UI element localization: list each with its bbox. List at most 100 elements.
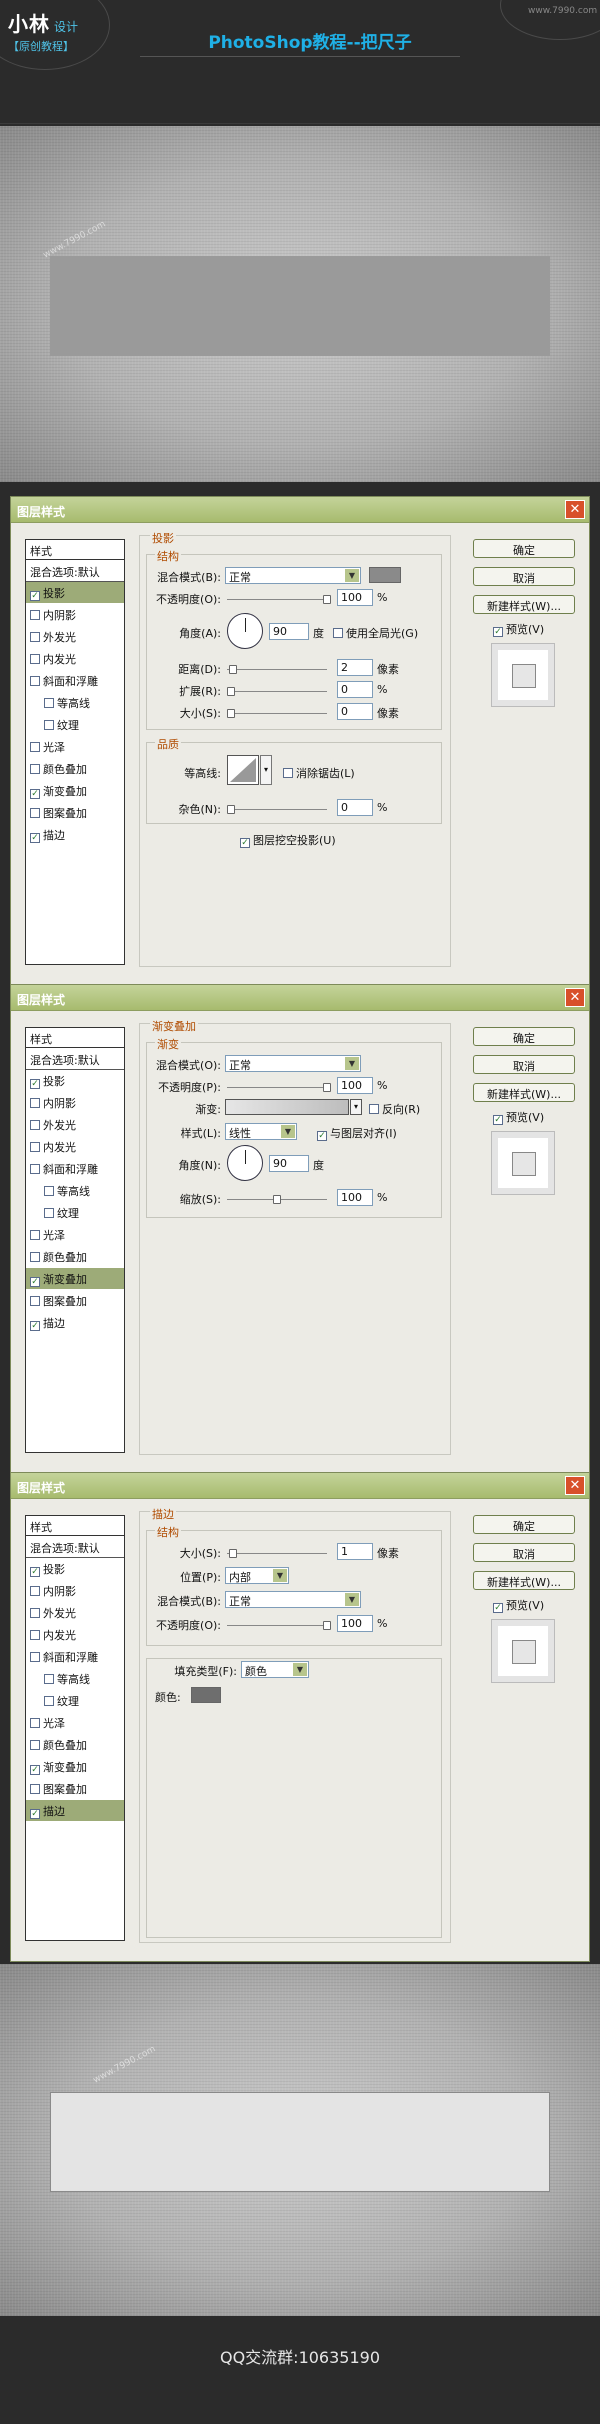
style-item-color-overlay[interactable]: 颜色叠加 — [26, 1734, 124, 1755]
antialias-checkbox[interactable]: 消除锯齿(L) — [283, 765, 355, 781]
cancel-button[interactable]: 取消 — [473, 1543, 575, 1562]
scale-input[interactable]: 100 — [337, 1189, 373, 1206]
opacity-slider-track[interactable] — [227, 1087, 327, 1088]
noise-input[interactable]: 0 — [337, 799, 373, 816]
style-item-contour[interactable]: 等高线 — [26, 1180, 124, 1201]
opacity-input[interactable]: 100 — [337, 1615, 373, 1632]
style-item-pattern-overlay[interactable]: 图案叠加 — [26, 1290, 124, 1311]
checkbox[interactable] — [30, 632, 40, 642]
close-icon[interactable]: ✕ — [565, 500, 585, 519]
cancel-button[interactable]: 取消 — [473, 567, 575, 586]
style-item-outer-glow[interactable]: 外发光 — [26, 626, 124, 647]
new-style-button[interactable]: 新建样式(W)... — [473, 595, 575, 614]
checkbox[interactable] — [44, 698, 54, 708]
checkbox[interactable] — [30, 1718, 40, 1728]
angle-dial[interactable] — [227, 1145, 263, 1181]
style-item-texture[interactable]: 纹理 — [26, 1202, 124, 1223]
opacity-input[interactable]: 100 — [337, 1077, 373, 1094]
chevron-down-icon[interactable]: ▾ — [350, 1099, 362, 1115]
reverse-checkbox[interactable]: 反向(R) — [369, 1101, 420, 1117]
checkbox[interactable] — [30, 1630, 40, 1640]
style-item-drop-shadow[interactable]: ✓ 投影 — [26, 1558, 124, 1579]
distance-slider-track[interactable] — [227, 669, 327, 670]
style-item-satin[interactable]: 光泽 — [26, 736, 124, 757]
size-input[interactable]: 1 — [337, 1543, 373, 1560]
scale-slider-thumb[interactable] — [273, 1195, 281, 1204]
checkbox-checked[interactable]: ✓ — [30, 1765, 40, 1775]
style-item-gradient-overlay[interactable]: ✓ 渐变叠加 — [26, 1268, 124, 1289]
global-light-checkbox[interactable]: 使用全局光(G) — [333, 625, 418, 641]
distance-slider-thumb[interactable] — [229, 665, 237, 674]
ok-button[interactable]: 确定 — [473, 1027, 575, 1046]
style-item-satin[interactable]: 光泽 — [26, 1712, 124, 1733]
style-item-contour[interactable]: 等高线 — [26, 1668, 124, 1689]
checkbox[interactable] — [44, 1674, 54, 1684]
style-item-texture[interactable]: 纹理 — [26, 1690, 124, 1711]
align-layer-checkbox[interactable]: ✓ 与图层对齐(I) — [317, 1125, 397, 1141]
opacity-input[interactable]: 100 — [337, 589, 373, 606]
checkbox-checked[interactable]: ✓ — [30, 1809, 40, 1819]
new-style-button[interactable]: 新建样式(W)... — [473, 1083, 575, 1102]
shadow-color-swatch[interactable] — [369, 567, 401, 583]
spread-slider-thumb[interactable] — [227, 687, 235, 696]
style-item-texture[interactable]: 纹理 — [26, 714, 124, 735]
style-item-blend-options[interactable]: 混合选项:默认 — [26, 1537, 124, 1558]
checkbox[interactable] — [30, 808, 40, 818]
opacity-slider-thumb[interactable] — [323, 595, 331, 604]
ok-button[interactable]: 确定 — [473, 539, 575, 558]
gradient-preview[interactable] — [225, 1099, 349, 1115]
checkbox-checked[interactable]: ✓ — [30, 1567, 40, 1577]
checkbox-checked[interactable]: ✓ — [30, 1079, 40, 1089]
style-item-bevel[interactable]: 斜面和浮雕 — [26, 670, 124, 691]
checkbox[interactable] — [30, 1296, 40, 1306]
checkbox-checked[interactable]: ✓ — [30, 1321, 40, 1331]
checkbox[interactable] — [44, 1208, 54, 1218]
style-item-gradient-overlay[interactable]: ✓ 渐变叠加 — [26, 780, 124, 801]
style-item-inner-shadow[interactable]: 内阴影 — [26, 1092, 124, 1113]
size-slider-thumb[interactable] — [229, 1549, 237, 1558]
spread-slider-track[interactable] — [227, 691, 327, 692]
checkbox[interactable] — [30, 1608, 40, 1618]
style-item-stroke[interactable]: ✓ 描边 — [26, 824, 124, 845]
position-select[interactable]: 内部 ▼ — [225, 1567, 289, 1584]
cancel-button[interactable]: 取消 — [473, 1055, 575, 1074]
checkbox[interactable] — [30, 764, 40, 774]
checkbox[interactable] — [30, 676, 40, 686]
style-item-blend-options[interactable]: 混合选项:默认 — [26, 1049, 124, 1070]
checkbox[interactable] — [30, 742, 40, 752]
opacity-slider-thumb[interactable] — [323, 1083, 331, 1092]
fill-type-select[interactable]: 颜色 ▼ — [241, 1661, 309, 1678]
preview-checkbox[interactable]: ✓ 预览(V) — [493, 1597, 544, 1613]
opacity-slider-track[interactable] — [227, 599, 327, 600]
checkbox[interactable] — [30, 1230, 40, 1240]
contour-picker[interactable] — [227, 755, 259, 785]
style-item-contour[interactable]: 等高线 — [26, 692, 124, 713]
new-style-button[interactable]: 新建样式(W)... — [473, 1571, 575, 1590]
style-item-outer-glow[interactable]: 外发光 — [26, 1602, 124, 1623]
angle-input[interactable]: 90 — [269, 1155, 309, 1172]
close-icon[interactable]: ✕ — [565, 1476, 585, 1495]
site-url[interactable]: www.7990.com — [528, 6, 597, 16]
checkbox-checked[interactable]: ✓ — [30, 789, 40, 799]
checkbox[interactable] — [30, 1164, 40, 1174]
checkbox[interactable] — [44, 1186, 54, 1196]
stroke-color-swatch[interactable] — [191, 1687, 221, 1703]
size-input[interactable]: 0 — [337, 703, 373, 720]
blend-mode-select[interactable]: 正常 ▼ — [225, 1591, 361, 1608]
opacity-slider-thumb[interactable] — [323, 1621, 331, 1630]
size-slider-thumb[interactable] — [227, 709, 235, 718]
style-item-inner-glow[interactable]: 内发光 — [26, 1624, 124, 1645]
checkbox[interactable] — [30, 654, 40, 664]
style-item-drop-shadow[interactable]: ✓ 投影 — [26, 582, 124, 603]
angle-dial[interactable] — [227, 613, 263, 649]
checkbox-checked[interactable]: ✓ — [30, 591, 40, 601]
preview-checkbox[interactable]: ✓ 预览(V) — [493, 621, 544, 637]
spread-input[interactable]: 0 — [337, 681, 373, 698]
checkbox[interactable] — [30, 1142, 40, 1152]
style-item-inner-glow[interactable]: 内发光 — [26, 1136, 124, 1157]
checkbox[interactable] — [30, 1120, 40, 1130]
style-item-drop-shadow[interactable]: ✓ 投影 — [26, 1070, 124, 1091]
gradient-style-select[interactable]: 线性 ▼ — [225, 1123, 297, 1140]
style-item-outer-glow[interactable]: 外发光 — [26, 1114, 124, 1135]
checkbox[interactable] — [30, 1740, 40, 1750]
